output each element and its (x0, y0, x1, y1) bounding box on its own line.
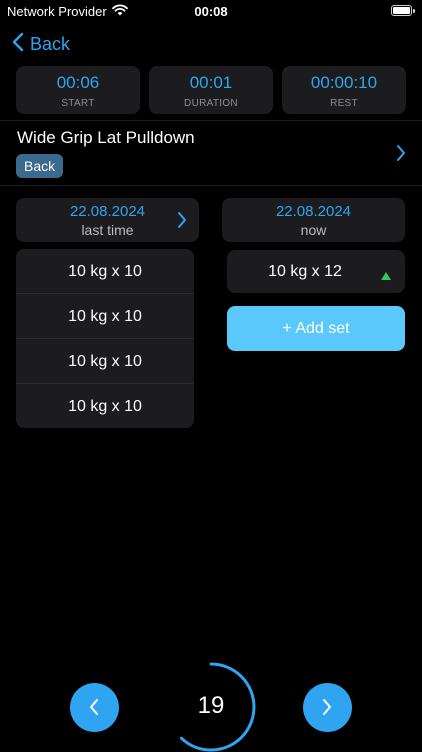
divider (0, 185, 422, 186)
triangle-up-icon (381, 267, 391, 285)
add-set-button[interactable]: + Add set (227, 306, 405, 351)
current-set-label: 10 kg x 12 (268, 263, 342, 280)
exercise-title: Wide Grip Lat Pulldown (17, 128, 195, 147)
muscle-group-tag: Back (16, 154, 64, 178)
chevron-right-icon (396, 144, 406, 167)
set-row: 10 kg x 10 (68, 398, 142, 415)
rest-timer-value: 19 (197, 692, 225, 719)
stat-duration-value: 00:01 (189, 73, 233, 92)
exercise-row[interactable]: Wide Grip Lat Pulldown Back (0, 122, 422, 184)
workout-stats: 00:06 START 00:01 DURATION 00:00:10 REST (16, 66, 406, 114)
set-row: 10 kg x 10 (16, 339, 194, 384)
next-exercise-button[interactable] (303, 683, 352, 732)
last-session-date: 22.08.2024 (69, 203, 146, 220)
last-session-caption: last time (81, 222, 134, 238)
last-session-sets: 10 kg x 10 10 kg x 10 10 kg x 10 10 kg x… (16, 249, 194, 428)
status-time: 00:08 (194, 4, 228, 19)
stat-duration: 00:01 DURATION (149, 66, 273, 114)
stat-rest-value: 00:00:10 (310, 73, 378, 92)
current-session-date: 22.08.2024 (275, 203, 352, 220)
stat-rest-label: REST (330, 98, 358, 109)
stat-start-label: START (61, 98, 95, 109)
battery-icon (391, 5, 415, 16)
set-row: 10 kg x 10 (16, 249, 194, 294)
stat-rest: 00:00:10 REST (282, 66, 406, 114)
chevron-right-icon (177, 211, 187, 234)
set-row: 10 kg x 10 (16, 294, 194, 339)
last-session-card[interactable]: 22.08.2024 last time (16, 198, 199, 242)
divider (0, 120, 422, 121)
back-button-label: Back (30, 33, 71, 54)
stat-start-value: 00:06 (56, 73, 100, 92)
current-set-row[interactable]: 10 kg x 12 (227, 250, 405, 293)
back-button[interactable]: Back (12, 31, 70, 57)
stat-duration-label: DURATION (184, 98, 238, 109)
current-session-card: 22.08.2024 now (222, 198, 405, 242)
chevron-left-icon (12, 32, 24, 57)
current-session-caption: now (300, 222, 327, 238)
status-bar: Network Provider 00:08 (0, 0, 422, 22)
previous-exercise-button[interactable] (70, 683, 119, 732)
stat-start: 00:06 START (16, 66, 140, 114)
